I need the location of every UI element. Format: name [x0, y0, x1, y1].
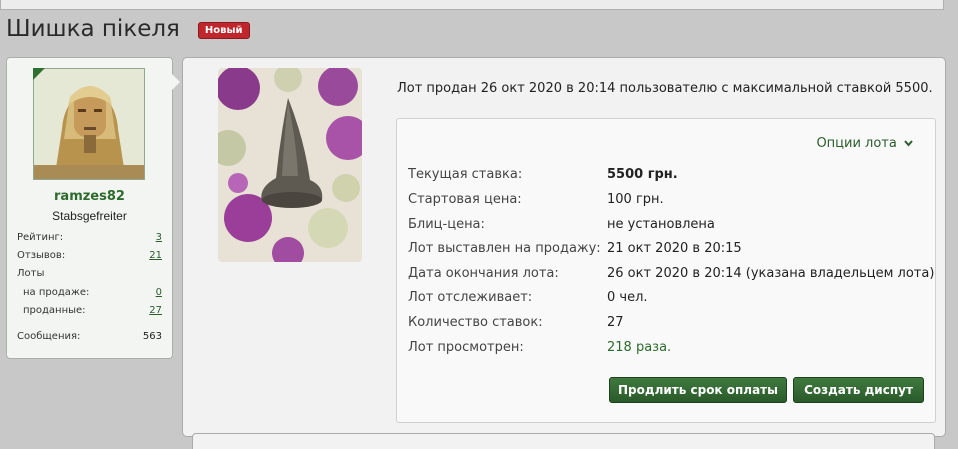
- next-post-panel: [192, 433, 935, 449]
- lot-photo[interactable]: [218, 68, 362, 262]
- username-link[interactable]: ramzes82: [7, 189, 172, 204]
- row-label: Лот отслеживает:: [408, 290, 533, 305]
- row-label: Лот просмотрен:: [408, 340, 524, 355]
- end-date: 26 окт 2020 в 20:14 (указана владельцем …: [607, 266, 935, 281]
- row-label: Лот выставлен на продажу:: [408, 241, 601, 256]
- user-rank: Stabsgefreiter: [52, 209, 127, 223]
- stat-label: Рейтинг:: [17, 232, 64, 243]
- stat-sold: проданные: 27: [23, 305, 162, 316]
- stat-label: на продаже:: [23, 287, 90, 298]
- current-bid: 5500 грн.: [607, 167, 678, 182]
- stat-label: Отзывов:: [17, 250, 66, 261]
- row-label: Стартовая цена:: [408, 192, 522, 207]
- watchers-count: 0 чел.: [607, 290, 648, 305]
- top-bar: [0, 0, 944, 10]
- avatar[interactable]: [33, 68, 145, 180]
- row-label: Блиц-цена:: [408, 217, 485, 232]
- extend-payment-button[interactable]: Продлить срок оплаты: [609, 377, 787, 403]
- online-indicator: [33, 68, 45, 80]
- listed-date: 21 окт 2020 в 20:15: [607, 241, 742, 256]
- create-dispute-button[interactable]: Создать диспут: [793, 377, 924, 403]
- lot-post: Лот продан 26 окт 2020 в 20:14 пользоват…: [182, 57, 946, 437]
- stat-label: Сообщения:: [17, 331, 81, 342]
- stat-on-sale: на продаже: 0: [23, 287, 162, 298]
- user-card: ramzes82 Stabsgefreiter Рейтинг: 3 Отзыв…: [6, 57, 180, 359]
- lot-details-box: Опции лота Текущая ставка: 5500 грн. Ста…: [396, 118, 936, 423]
- sold-link[interactable]: 27: [149, 305, 162, 316]
- stat-lots: Лоты: [17, 268, 162, 279]
- stat-label: Лоты: [17, 268, 45, 279]
- new-badge: Новый: [197, 22, 250, 39]
- stat-reviews: Отзывов: 21: [17, 250, 162, 261]
- stat-messages: Сообщения: 563: [17, 331, 162, 342]
- chevron-down-icon: [904, 136, 913, 151]
- rating-link[interactable]: 3: [156, 232, 162, 243]
- row-label: Текущая ставка:: [408, 167, 523, 182]
- bids-count: 27: [607, 315, 624, 330]
- views-link[interactable]: 218 раза.: [607, 340, 671, 355]
- messages-count: 563: [142, 331, 162, 342]
- buyout-price: не установлена: [607, 217, 715, 232]
- page-title: Шишка пікеля: [6, 16, 180, 42]
- row-label: Дата окончания лота:: [408, 266, 559, 281]
- stat-label: проданные:: [23, 305, 86, 316]
- lot-options-link[interactable]: Опции лота: [816, 136, 913, 151]
- on-sale-link[interactable]: 0: [156, 287, 162, 298]
- start-price: 100 грн.: [607, 192, 664, 207]
- reviews-link[interactable]: 21: [149, 250, 162, 261]
- sold-message: Лот продан 26 окт 2020 в 20:14 пользоват…: [397, 81, 933, 96]
- lot-options-label: Опции лота: [816, 136, 897, 151]
- stat-rating: Рейтинг: 3: [17, 232, 162, 243]
- row-label: Количество ставок:: [408, 315, 543, 330]
- thread-title-row: Шишка пікеля Новый: [6, 16, 250, 42]
